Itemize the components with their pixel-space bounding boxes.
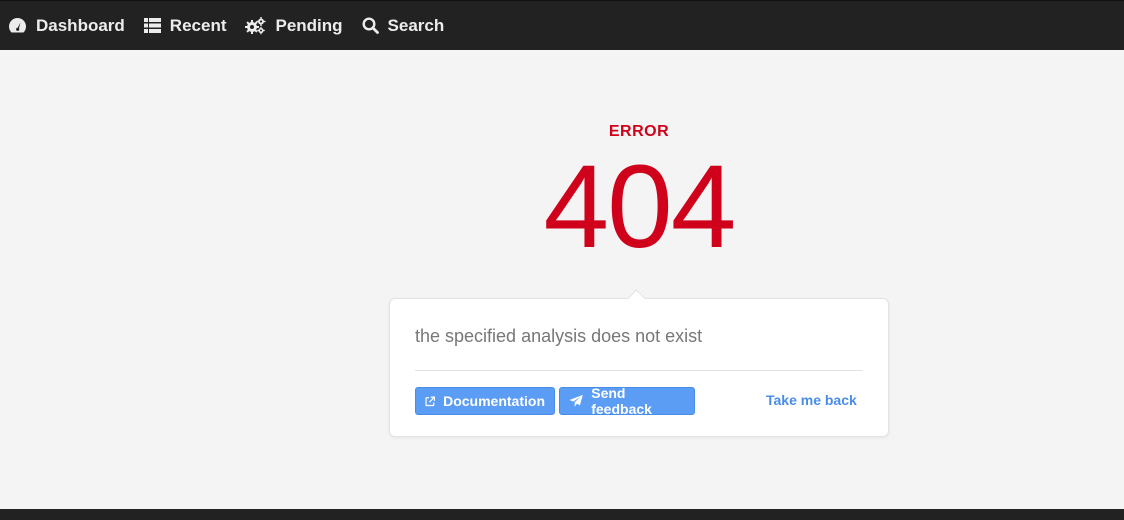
error-message: the specified analysis does not exist	[415, 326, 703, 346]
nav-pending[interactable]: Pending	[245, 15, 343, 36]
speedometer-icon	[9, 18, 26, 33]
top-navbar: Dashboard Recent Pending Search	[0, 0, 1124, 50]
documentation-label: Documentation	[443, 393, 545, 409]
external-link-icon	[425, 396, 436, 406]
nav-dashboard[interactable]: Dashboard	[8, 16, 125, 36]
gears-icon	[245, 16, 266, 34]
send-feedback-button[interactable]: Send feedback	[559, 385, 695, 417]
nav-pending-label: Pending	[275, 15, 343, 35]
error-code: 404	[543, 141, 737, 273]
paper-plane-icon	[569, 394, 583, 407]
footer-bar	[0, 509, 1124, 520]
take-me-back-link[interactable]: Take me back	[766, 392, 857, 408]
error-label: ERROR	[608, 123, 670, 140]
nav-dashboard-label: Dashboard	[36, 15, 125, 35]
main-content: ERROR 404 the specified analysis does no…	[0, 50, 1124, 509]
card-pointer	[627, 289, 646, 308]
nav-search-label: Search	[387, 15, 445, 35]
card-divider	[415, 370, 863, 371]
list-icon	[143, 18, 161, 33]
nav-search[interactable]: Search	[362, 15, 445, 36]
send-feedback-label: Send feedback	[591, 385, 652, 417]
documentation-button[interactable]: Documentation	[415, 387, 555, 415]
search-icon	[362, 17, 379, 34]
nav-recent[interactable]: Recent	[143, 15, 227, 36]
nav-recent-label: Recent	[169, 15, 227, 35]
error-card: the specified analysis does not exist Do…	[389, 289, 889, 437]
